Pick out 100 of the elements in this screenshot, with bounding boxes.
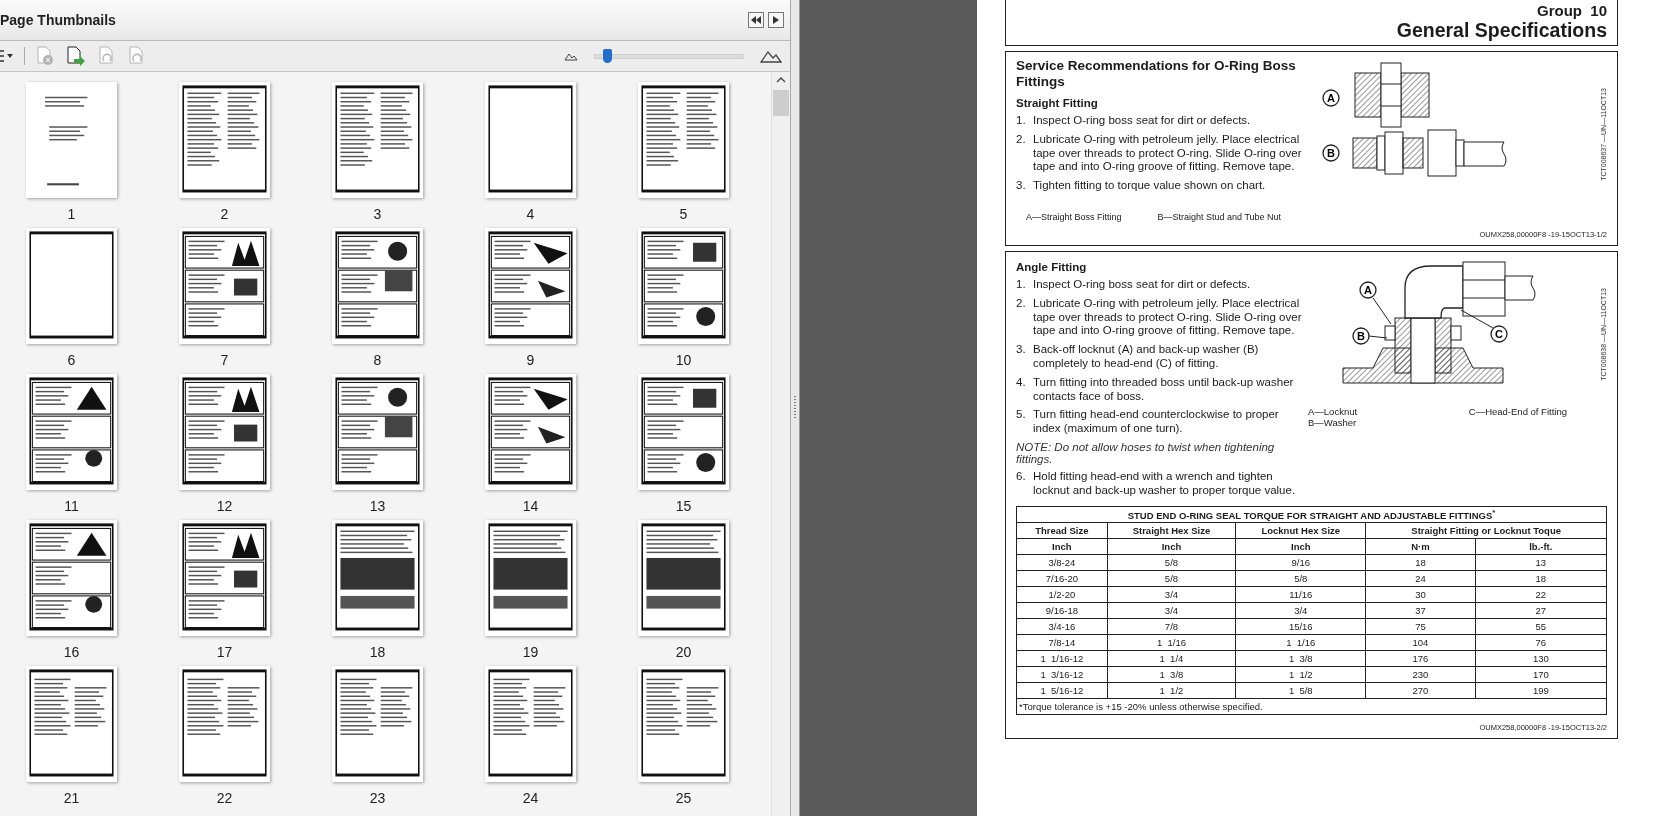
table-cell: 55 bbox=[1475, 618, 1607, 635]
column-header: Straight Hex Size bbox=[1107, 522, 1236, 539]
step-text: Back-off locknut (A) and back-up washer (B) completely to head-end (C) of fitting. bbox=[1033, 343, 1260, 371]
scrollbar[interactable] bbox=[771, 72, 790, 816]
page-thumbnail[interactable] bbox=[332, 82, 423, 198]
step-number: 3. bbox=[1016, 343, 1027, 358]
right-arrow-icon bbox=[773, 16, 779, 24]
page-number: 14 bbox=[522, 498, 539, 514]
scrollbar-thumb[interactable] bbox=[773, 90, 789, 116]
page-thumbnail[interactable] bbox=[26, 82, 117, 198]
page-thumbnail[interactable] bbox=[179, 666, 270, 782]
leader-line bbox=[1460, 309, 1493, 329]
table-cell: 3/8-24 bbox=[1016, 554, 1108, 571]
page-thumbnail[interactable] bbox=[26, 520, 117, 636]
table-cell: 7/8 bbox=[1107, 618, 1236, 635]
table-cell: 1 1/4 bbox=[1107, 650, 1236, 667]
page-number: 18 bbox=[369, 644, 386, 660]
table-cell: 75 bbox=[1365, 618, 1476, 635]
table-cell: 18 bbox=[1475, 570, 1607, 587]
table-cell: 1 1/2 bbox=[1107, 682, 1236, 699]
page-thumbnail[interactable] bbox=[485, 228, 576, 344]
table-cell: 1 3/16-12 bbox=[1016, 666, 1108, 683]
page-number: 4 bbox=[526, 206, 535, 222]
splitter-handle[interactable] bbox=[790, 0, 800, 816]
slider-thumb[interactable] bbox=[602, 48, 612, 63]
page-thumbnail[interactable] bbox=[332, 374, 423, 490]
table-cell: 9/16-18 bbox=[1016, 602, 1108, 619]
table-cell: 1 5/8 bbox=[1235, 682, 1366, 699]
table-cell: 5/8 bbox=[1107, 570, 1236, 587]
page-thumbnail[interactable] bbox=[332, 666, 423, 782]
legend-text: B—Straight Stud and Tube Nut bbox=[1157, 212, 1282, 222]
page-thumbnail[interactable] bbox=[332, 520, 423, 636]
page-number: 19 bbox=[522, 644, 539, 660]
insert-page-icon[interactable] bbox=[65, 46, 87, 66]
step-number: 2. bbox=[1016, 296, 1027, 311]
table-cell: 13 bbox=[1475, 554, 1607, 571]
page-thumbnail[interactable] bbox=[26, 666, 117, 782]
page-thumbnail[interactable] bbox=[638, 82, 729, 198]
table-cell: 3/4 bbox=[1235, 602, 1366, 619]
table-cell: 1 1/16-12 bbox=[1016, 650, 1108, 667]
table-cell: 176 bbox=[1365, 650, 1476, 667]
page-thumbnail[interactable] bbox=[485, 82, 576, 198]
page-number: 21 bbox=[63, 790, 80, 806]
page-thumbnail[interactable] bbox=[485, 666, 576, 782]
table-footnote: *Torque tolerance is +15 -20% unless otherwise specified. bbox=[1016, 698, 1607, 715]
table-cell: 5/8 bbox=[1235, 570, 1366, 587]
table-cell: 11/16 bbox=[1235, 586, 1366, 603]
page-number: 11 bbox=[64, 498, 79, 514]
table-cell: 1 1/2 bbox=[1235, 666, 1366, 683]
page-number: 23 bbox=[369, 790, 386, 806]
page-number: 8 bbox=[373, 352, 382, 368]
table-cell: 37 bbox=[1365, 602, 1476, 619]
table-cell: 1/2-20 bbox=[1016, 586, 1108, 603]
step-text: Turn fitting into threaded boss until back-up washer contacts face of boss. bbox=[1033, 375, 1295, 404]
page-thumbnail[interactable] bbox=[638, 228, 729, 344]
column-header: Locknut Hex Size bbox=[1235, 522, 1366, 539]
page-number: 7 bbox=[220, 352, 229, 368]
page-number: 2 bbox=[220, 206, 229, 222]
page-number: 10 bbox=[675, 352, 692, 368]
double-left-arrow-icon bbox=[751, 16, 761, 24]
page-thumbnail[interactable] bbox=[638, 520, 729, 636]
page-thumbnail[interactable] bbox=[638, 666, 729, 782]
table-cell: 9/16 bbox=[1235, 554, 1366, 571]
page-thumbnail[interactable] bbox=[26, 374, 117, 490]
collapse-button[interactable] bbox=[748, 12, 764, 28]
table-cell: 7/16-20 bbox=[1016, 570, 1108, 587]
page-number: 17 bbox=[216, 644, 233, 660]
step-number: 5. bbox=[1016, 408, 1027, 423]
table-cell: 30 bbox=[1365, 586, 1476, 603]
callout-label: A bbox=[1358, 281, 1377, 299]
table-cell: 15/16 bbox=[1235, 618, 1366, 635]
zoom-in-icon[interactable] bbox=[760, 49, 782, 63]
step-number: 1. bbox=[1016, 278, 1027, 292]
step-text: Inspect O-ring boss seat for dirt or defects. bbox=[1033, 114, 1251, 128]
legend-text: A—Locknut bbox=[1308, 406, 1358, 417]
legend-text: A—Straight Boss Fitting bbox=[1026, 212, 1122, 222]
zoom-out-icon[interactable] bbox=[564, 51, 578, 61]
step-number: 3. bbox=[1016, 179, 1027, 193]
page-thumbnail[interactable] bbox=[26, 228, 117, 344]
expand-button[interactable] bbox=[768, 12, 784, 28]
page-thumbnail[interactable] bbox=[485, 520, 576, 636]
table-cell: 18 bbox=[1365, 554, 1476, 571]
page-number: 16 bbox=[63, 644, 80, 660]
page-thumbnail[interactable] bbox=[638, 374, 729, 490]
page-number: 1 bbox=[67, 206, 76, 222]
options-menu-icon[interactable] bbox=[0, 49, 14, 63]
panel-title: Page Thumbnails bbox=[0, 12, 116, 28]
page-thumbnail[interactable] bbox=[485, 374, 576, 490]
step-number: 2. bbox=[1016, 132, 1027, 147]
step-number: 6. bbox=[1016, 470, 1027, 484]
group-number: Group 10 bbox=[1537, 2, 1607, 19]
page-thumbnail[interactable] bbox=[332, 228, 423, 344]
page-thumbnail[interactable] bbox=[179, 82, 270, 198]
page-number: 3 bbox=[373, 206, 382, 222]
unit-header: Inch bbox=[1107, 538, 1236, 555]
page-thumbnail[interactable] bbox=[179, 228, 270, 344]
page-thumbnail[interactable] bbox=[179, 520, 270, 636]
page-thumbnail[interactable] bbox=[179, 374, 270, 490]
table-cell: 76 bbox=[1475, 634, 1607, 651]
table-cell: 199 bbox=[1475, 682, 1607, 699]
